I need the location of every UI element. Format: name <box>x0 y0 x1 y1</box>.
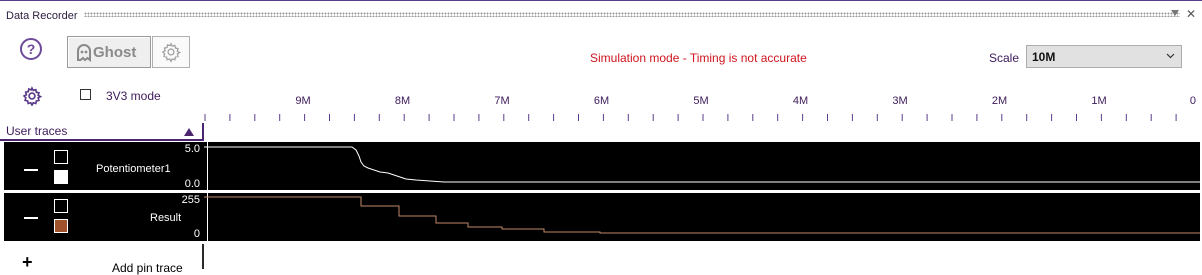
chevron-down-icon <box>1166 53 1175 59</box>
drag-grip[interactable] <box>84 12 1180 17</box>
trace-max: 5.0 <box>184 143 200 155</box>
add-pin-trace-label: Add pin trace <box>112 261 183 275</box>
ghost-label: Ghost <box>93 44 137 61</box>
trace-plot-potentiometer1 <box>204 146 1200 183</box>
time-ruler: 9M 8M 7M 6M 5M 4M 3M 2M 1M 0 <box>203 95 1202 126</box>
trace-visible-checkbox[interactable] <box>54 150 68 164</box>
scale-label: Scale <box>989 51 1020 65</box>
ruler-tick-label: 8M <box>395 95 410 107</box>
ruler-tick-label: 6M <box>594 95 609 107</box>
trace-max: 255 <box>181 194 200 206</box>
trace-name: Potentiometer1 <box>96 163 171 175</box>
user-traces-header[interactable]: User traces <box>0 123 204 141</box>
settings-gear-icon[interactable] <box>22 86 42 106</box>
scale-dropdown[interactable]: 10M <box>1026 45 1182 68</box>
trace-visible-checkbox[interactable] <box>54 199 68 213</box>
ghost-settings-button[interactable] <box>152 36 190 68</box>
simulation-warning: Simulation mode - Timing is not accurate <box>590 51 807 65</box>
remove-trace-icon[interactable] <box>24 217 38 219</box>
title-bar: Data Recorder ✕ <box>0 0 1202 26</box>
window-title: Data Recorder <box>6 10 78 22</box>
ruler-tick-label: 9M <box>295 95 310 107</box>
ruler-tick-label: 0 <box>1190 95 1196 107</box>
triangle-up-icon[interactable] <box>184 128 194 136</box>
pin-icon[interactable] <box>1171 10 1179 17</box>
plus-icon[interactable]: + <box>22 253 33 271</box>
scale-selected-value: 10M <box>1032 50 1056 64</box>
mode-3v3-label: 3V3 mode <box>106 89 161 103</box>
ruler-tick-label: 2M <box>992 95 1007 107</box>
trace-min: 0.0 <box>184 178 200 190</box>
trace-line <box>204 196 1200 234</box>
add-pin-trace-row[interactable]: + Add pin trace <box>0 244 204 275</box>
ruler-tick-label: 3M <box>892 95 907 107</box>
trace-row-result[interactable]: Result 255 0 <box>4 193 1200 241</box>
ruler-tick-label: 4M <box>793 95 808 107</box>
user-traces-label: User traces <box>6 124 68 138</box>
ruler-tick-label: 1M <box>1091 95 1106 107</box>
help-button[interactable]: ? <box>20 38 42 60</box>
trace-color-swatch[interactable] <box>54 170 68 184</box>
ghost-button[interactable]: Ghost <box>67 36 151 68</box>
ghost-icon <box>77 44 91 62</box>
ruler-tick-label: 7M <box>494 95 509 107</box>
gear-icon <box>161 42 182 63</box>
ruler-tick-label: 5M <box>693 95 708 107</box>
mode-3v3-checkbox[interactable] <box>80 89 91 100</box>
trace-name: Result <box>150 212 182 224</box>
trace-color-swatch[interactable] <box>54 219 68 233</box>
trace-plot-result <box>204 196 1200 234</box>
trace-min: 0 <box>193 228 200 240</box>
close-icon[interactable]: ✕ <box>1186 7 1196 21</box>
trace-row-potentiometer1[interactable]: Potentiometer1 5.0 0.0 <box>4 142 1200 190</box>
trace-line <box>204 146 1200 183</box>
remove-trace-icon[interactable] <box>24 169 38 171</box>
